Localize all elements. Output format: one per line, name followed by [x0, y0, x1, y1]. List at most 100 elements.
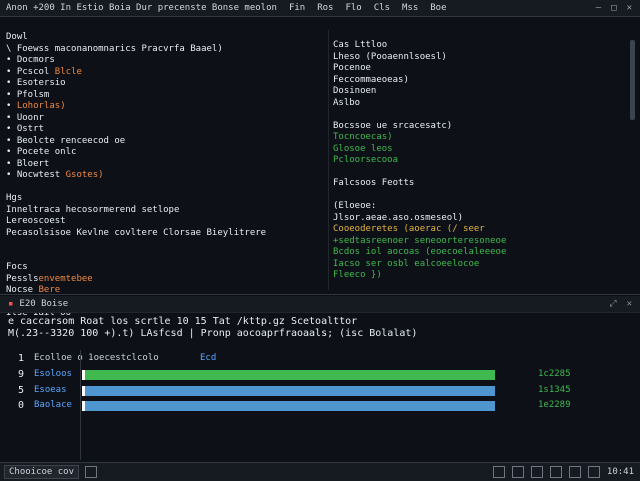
tray-lock-icon[interactable] [568, 466, 581, 478]
code-token: • Uoonr [6, 112, 44, 123]
code-line: Pesslsenvemtebee [6, 274, 93, 286]
code-token: • Ostrt [6, 124, 44, 134]
table-row[interactable]: 5 Esoeas 1s1345 [0, 385, 640, 397]
code-line: \ Foewss maconanomnarics Pracvrfa Baael) [6, 44, 223, 56]
menu-item[interactable]: Boe [430, 3, 446, 13]
code-token: • Esotersio [6, 78, 66, 88]
tab-output-label: E20 Boise [19, 299, 69, 309]
code-token: Lereoscoest [6, 216, 66, 226]
panel-tab-bar: ▪ E20 Boise ⤢ ✕ [0, 296, 640, 313]
table-row[interactable]: 9 Esoloos 1c2285 [0, 369, 640, 381]
code-token: Aslbo [333, 97, 361, 108]
code-token: Blcle [54, 66, 82, 77]
window-title: Anon +200 In Estio Boia Dur precenste Bo… [6, 3, 277, 13]
code-token: Dosinoen [333, 86, 377, 96]
minimize-button[interactable]: – [596, 3, 601, 13]
vertical-scrollbar[interactable] [630, 40, 635, 120]
system-tray: 10:41 [492, 466, 634, 478]
code-token: Bocssoe ue srcacesatc) [333, 120, 453, 131]
code-line: Pcloorsecooa [333, 155, 398, 167]
table-row[interactable]: 0 Baolace 1e2289 [0, 400, 640, 412]
code-token: \ Foewss maconanomnarics Pracvrfa Baael) [6, 43, 223, 54]
panel-divider[interactable] [0, 294, 640, 295]
tab-output[interactable]: ▪ E20 Boise [8, 299, 68, 309]
code-token: • Beolcte renceecod oe [6, 135, 126, 146]
code-line: • Pocete onlc [6, 147, 76, 159]
code-line: Glosoe leos [333, 144, 393, 156]
menu-item[interactable]: Cls [374, 3, 390, 13]
code-token: Gsotes) [65, 170, 104, 180]
maximize-button[interactable]: □ [611, 3, 616, 13]
menu-item[interactable]: Mss [402, 3, 418, 13]
code-token: Cooeoderetes (aoerac (/ seer [333, 224, 485, 234]
row-value: 1c2285 [538, 369, 571, 379]
tray-sound-icon[interactable] [511, 466, 524, 478]
row-bar-cap [82, 385, 85, 396]
row-progress-bar [82, 385, 495, 396]
summary-line-2: M(.23--3320 100 +).t) LAsfcsd | Pronp ao… [8, 328, 418, 339]
header-mid: Ecd [200, 353, 217, 363]
taskbar-window-icon[interactable] [85, 466, 98, 478]
code-line: Bcdos iol aocoas (eoecoelaleeeoe [333, 247, 506, 259]
header-label: Ecolloe o 1oecestclcolo [34, 353, 159, 363]
menu-bar: Fin Ros Flo Cls Mss Boe [289, 3, 447, 13]
results-header: 1 Ecolloe o 1oecestclcolo Ecd [0, 353, 640, 365]
close-button[interactable]: ✕ [627, 3, 632, 13]
side-pane[interactable]: Cas Lttloo Lheso (Pooaennlsoesl) Pocenoe F… [328, 30, 640, 290]
row-num: 0 [18, 400, 25, 411]
editor-pane[interactable]: Dowl \ Foewss maconanomnarics Pracvrfa Ba… [0, 30, 325, 318]
window-controls: – □ ✕ [596, 3, 632, 13]
code-line: Jlsor.aeae.aso.osmeseol) [333, 213, 463, 225]
tray-net-icon[interactable] [492, 466, 505, 478]
code-line: Pecasolsisoe Kevlne covltere Clorsae Bie… [6, 228, 266, 240]
code-line: • Bloert [6, 159, 49, 171]
menu-item[interactable]: Flo [345, 3, 361, 13]
expand-panel-button[interactable]: ⤢ [609, 299, 616, 309]
code-line: Hgs [6, 193, 22, 205]
tray-power-icon[interactable] [549, 466, 562, 478]
row-progress-bar [82, 401, 495, 411]
code-line: (Eloeoe: [333, 201, 376, 213]
clock: 10:41 [606, 467, 634, 477]
close-panel-button[interactable]: ✕ [627, 299, 632, 309]
code-token: • [6, 101, 17, 111]
code-line: +sedtasreenoer seneoorteresoneoe [333, 236, 506, 248]
code-line: • Nocwtest Gsotes) [6, 170, 104, 182]
code-token: • Bloert [6, 158, 50, 169]
code-token: Bcdos iol aocoas (eoecoelaleeeoe [333, 247, 507, 257]
row-label: Baolace [34, 400, 72, 410]
menu-item[interactable]: Fin [289, 3, 305, 13]
code-token: Pessls [6, 273, 39, 284]
code-token: Focs [6, 262, 28, 272]
summary-line-1: e caccarsom Roat los scrtle 10 15 Tat /k… [8, 316, 358, 327]
row-bar-cap [82, 401, 85, 411]
code-token: • Pcscol [6, 66, 55, 77]
code-line: Feccommaeoeas) [333, 75, 409, 87]
code-token: Tocncoecas) [333, 132, 393, 142]
code-token: envemtebee [38, 273, 93, 284]
code-token: Lheso (Pooaennlsoesl) [333, 51, 447, 62]
status-bar: Chooicoe cov 10:41 [0, 462, 640, 481]
code-token: Pecasolsisoe Kevlne covltere Clorsae Bie… [6, 227, 267, 238]
tray-battery-icon[interactable] [530, 466, 543, 478]
row-bar-cap [82, 370, 85, 380]
code-token: Lohorlas) [16, 101, 66, 111]
start-button[interactable]: Chooicoe cov [4, 465, 80, 479]
code-token: Glosoe leos [333, 143, 393, 154]
row-label: Esoeas [34, 384, 67, 395]
code-token: Pcloorsecooa [333, 155, 399, 165]
code-token: Fleeco }) [333, 270, 382, 280]
menu-item[interactable]: Ros [317, 3, 333, 13]
code-token: Cas Lttloo [333, 40, 388, 50]
title-bar: Anon +200 In Estio Boia Dur precenste Bo… [0, 0, 640, 17]
code-line: • Pcscol Blcle [6, 67, 82, 79]
code-line: • Ostrt [6, 124, 44, 136]
code-line: Lereoscoest [6, 216, 66, 228]
code-line: Focs [6, 262, 28, 274]
code-token: • Pfolsm [6, 89, 50, 100]
tray-settings-icon[interactable] [587, 466, 600, 478]
row-num: 5 [18, 384, 25, 396]
code-token: Feccommaeoeas) [333, 74, 409, 85]
code-line: Bocssoe ue srcacesatc) [333, 121, 452, 133]
panel-summary: e caccarsom Roat los scrtle 10 15 Tat /k… [8, 316, 628, 340]
